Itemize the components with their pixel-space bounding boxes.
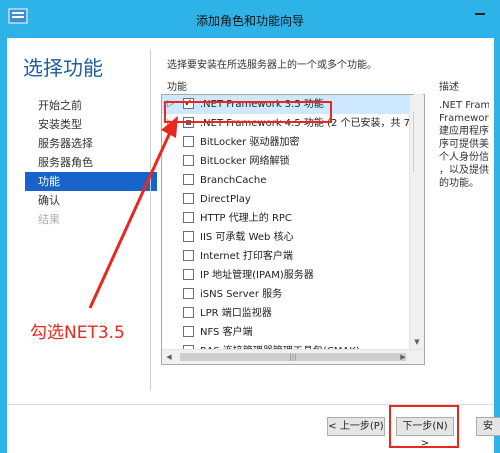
description-text: .NET Framewo Framework 2 建应用程序的 序可提供美观 个… (439, 100, 489, 189)
feature-checkbox[interactable] (183, 174, 194, 185)
nav-item-server-selection[interactable]: 服务器选择 (25, 134, 157, 153)
feature-row[interactable]: BranchCache (162, 171, 409, 190)
scroll-down-icon[interactable]: ▼ (410, 335, 424, 349)
annotation-box-net35 (164, 101, 332, 123)
features-horizontal-scrollbar[interactable]: ◀ ||| ▶ (162, 349, 424, 364)
feature-row[interactable]: LPR 端口监视器 (162, 304, 409, 323)
horizontal-scroll-thumb[interactable]: ||| (180, 353, 406, 361)
title-bar: 添加角色和功能向导 (0, 0, 500, 38)
feature-row[interactable]: DirectPlay (162, 190, 409, 209)
feature-row[interactable]: HTTP 代理上的 RPC (162, 209, 409, 228)
feature-row[interactable]: BitLocker 驱动器加密 (162, 133, 409, 152)
install-button[interactable]: 安 (476, 417, 500, 436)
nav-item-installation-type[interactable]: 安装类型 (25, 115, 157, 134)
previous-button[interactable]: < 上一步(P) (327, 417, 385, 436)
scroll-right-icon[interactable]: ▶ (396, 350, 410, 364)
window-frame-right (494, 0, 500, 453)
feature-label: NFS 客户端 (200, 327, 253, 338)
nav-item-before-you-begin[interactable]: 开始之前 (25, 96, 157, 115)
feature-label: Internet 打印客户端 (200, 251, 293, 262)
window-title: 添加角色和功能向导 (195, 14, 304, 28)
feature-label: DirectPlay (200, 194, 251, 205)
feature-row[interactable]: Internet 打印客户端 (162, 247, 409, 266)
feature-label: BitLocker 网络解锁 (200, 156, 290, 167)
feature-checkbox[interactable] (183, 193, 194, 204)
feature-checkbox[interactable] (183, 269, 194, 280)
annotation-box-next (389, 405, 459, 448)
instruction-text: 选择要安装在所选服务器上的一个或多个功能。 (167, 60, 377, 71)
feature-checkbox[interactable] (183, 288, 194, 299)
wizard-nav: 开始之前 安装类型 服务器选择 服务器角色 功能 确认 结果 (25, 96, 157, 229)
page-title: 选择功能 (23, 56, 103, 80)
feature-checkbox[interactable] (183, 155, 194, 166)
feature-label: iSNS Server 服务 (200, 289, 283, 300)
nav-item-results: 结果 (38, 213, 60, 226)
feature-checkbox[interactable] (183, 212, 194, 223)
feature-label: LPR 端口监视器 (200, 308, 272, 319)
minimize-button[interactable] (466, 0, 494, 26)
feature-row[interactable]: IP 地址管理(IPAM)服务器 (162, 266, 409, 285)
feature-label: IIS 可承载 Web 核心 (200, 232, 294, 243)
feature-label: HTTP 代理上的 RPC (200, 213, 292, 224)
feature-checkbox[interactable] (183, 231, 194, 242)
features-column-header: 功能 (167, 82, 187, 93)
window-frame-left (0, 0, 7, 453)
nav-divider (150, 50, 151, 390)
nav-item-server-roles[interactable]: 服务器角色 (25, 153, 157, 172)
feature-label: IP 地址管理(IPAM)服务器 (200, 270, 314, 281)
feature-label: BranchCache (200, 175, 267, 186)
features-list-items: ▷ ✓ .NET Framework 3.5 功能 ▷ .NET Framework 4… (162, 95, 424, 361)
feature-row[interactable]: iSNS Server 服务 (162, 285, 409, 304)
feature-checkbox[interactable] (183, 136, 194, 147)
scroll-left-icon[interactable]: ◀ (162, 350, 176, 364)
description-header: 描述 (439, 82, 459, 93)
feature-checkbox[interactable] (183, 250, 194, 261)
nav-item-confirmation[interactable]: 确认 (25, 191, 157, 210)
feature-row[interactable]: IIS 可承载 Web 核心 (162, 228, 409, 247)
feature-row[interactable]: BitLocker 网络解锁 (162, 152, 409, 171)
feature-row[interactable]: NFS 客户端 (162, 323, 409, 342)
feature-checkbox[interactable] (183, 307, 194, 318)
features-list[interactable]: ▷ ✓ .NET Framework 3.5 功能 ▷ .NET Framework 4… (161, 94, 425, 365)
description-scrollbar[interactable] (414, 94, 423, 207)
nav-item-features[interactable]: 功能 (25, 172, 157, 191)
scroll-grip-icon: ||| (289, 353, 297, 361)
feature-label: BitLocker 驱动器加密 (200, 137, 300, 148)
feature-checkbox[interactable] (183, 326, 194, 337)
annotation-label: 勾选NET3.5 (30, 323, 125, 343)
